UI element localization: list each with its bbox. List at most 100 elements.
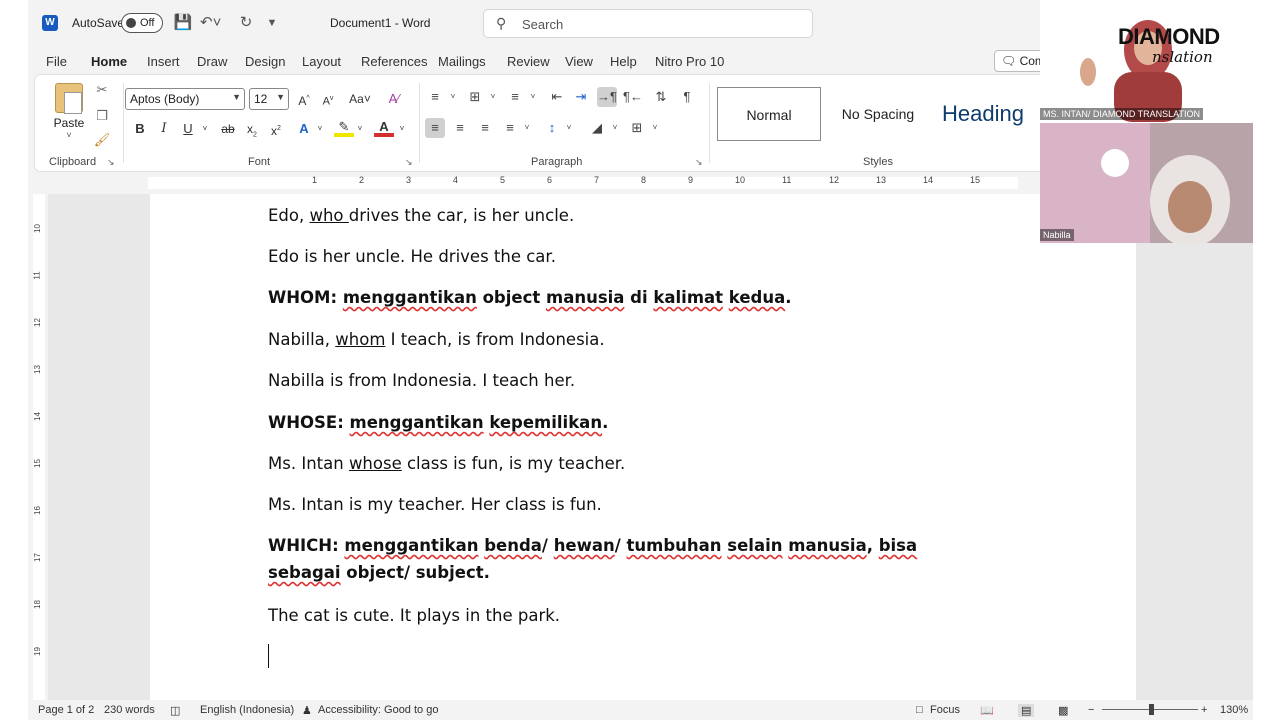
chevron-down-icon[interactable]: ˅ xyxy=(310,119,330,139)
guest-video-frame xyxy=(1040,123,1253,243)
zoom-in-icon[interactable]: + xyxy=(1201,704,1207,716)
numbering-icon[interactable]: ⊞ xyxy=(465,87,485,107)
read-mode-icon[interactable]: 📖 xyxy=(980,704,994,717)
shrink-font-icon[interactable]: Av xyxy=(319,90,337,108)
tab-mailings[interactable]: Mailings xyxy=(438,54,486,69)
paragraph-7[interactable]: Ms. Intan whose class is fun, is my teac… xyxy=(268,454,625,473)
tab-view[interactable]: View xyxy=(565,54,593,69)
text-run: Ms. Intan xyxy=(268,454,349,473)
paragraph-10[interactable]: The cat is cute. It plays in the park. xyxy=(268,606,560,625)
chevron-down-icon[interactable]: ˅ xyxy=(350,119,370,139)
italic-button[interactable]: I xyxy=(154,119,174,139)
change-case-icon[interactable]: Aa˅ xyxy=(345,90,375,108)
document-page[interactable]: Edo, who drives the car, is her uncle. E… xyxy=(150,194,1136,700)
align-left-icon[interactable]: ≡ xyxy=(425,118,445,138)
paste-button[interactable]: Paste ˅ xyxy=(49,81,89,143)
text-run: object/ subject. xyxy=(340,563,490,582)
undo-icon[interactable]: ↶˅ xyxy=(200,13,221,33)
search-icon: ⚲ xyxy=(496,15,507,31)
paragraph-4[interactable]: Nabilla, whom I teach, is from Indonesia… xyxy=(268,330,605,349)
autosave-toggle[interactable]: Off xyxy=(121,13,163,33)
ruler-number: 4 xyxy=(453,175,459,185)
chevron-down-icon[interactable]: ˅ xyxy=(443,87,463,107)
chevron-down-icon[interactable]: ˅ xyxy=(559,118,579,138)
font-size-select[interactable]: 12 ▼ xyxy=(249,88,289,110)
clear-formatting-icon[interactable]: A∕ xyxy=(385,90,403,108)
tab-layout[interactable]: Layout xyxy=(302,54,341,69)
style-normal[interactable]: Normal xyxy=(717,87,821,141)
zoom-slider-thumb[interactable] xyxy=(1149,704,1154,715)
paragraph-2[interactable]: Edo is her uncle. He drives the car. xyxy=(268,247,556,266)
superscript-button[interactable]: x2 xyxy=(266,119,286,139)
copy-icon[interactable]: ❐ xyxy=(93,107,111,125)
tab-nitro-pro[interactable]: Nitro Pro 10 xyxy=(655,54,724,69)
chevron-down-icon[interactable]: ˅ xyxy=(392,119,412,139)
style-heading[interactable]: Heading xyxy=(933,87,1033,141)
paragraph-8[interactable]: Ms. Intan is my teacher. Her class is fu… xyxy=(268,495,602,514)
zoom-out-icon[interactable]: − xyxy=(1088,704,1094,716)
increase-indent-icon[interactable]: ⇥ xyxy=(571,87,591,107)
decrease-indent-icon[interactable]: ⇤ xyxy=(547,87,567,107)
save-icon[interactable]: 💾 xyxy=(173,13,193,33)
word-count[interactable]: 230 words xyxy=(104,704,155,716)
paste-label: Paste xyxy=(53,116,85,130)
focus-mode-button[interactable]: Focus xyxy=(930,704,960,716)
borders-icon[interactable]: ⊞ xyxy=(627,118,647,138)
align-right-icon[interactable]: ≡ xyxy=(475,118,495,138)
misspelled-word: hewan xyxy=(553,536,615,555)
tab-draw[interactable]: Draw xyxy=(197,54,227,69)
chevron-down-icon[interactable]: ˅ xyxy=(605,118,625,138)
chevron-down-icon[interactable]: ˅ xyxy=(645,118,665,138)
paragraph-launcher-icon[interactable]: ↘ xyxy=(695,157,703,168)
paragraph-whose-heading[interactable]: WHOSE: menggantikan kepemilikan. xyxy=(268,413,608,432)
accessibility-status[interactable]: Accessibility: Good to go xyxy=(318,704,438,716)
font-family-select[interactable]: Aptos (Body) ▼ xyxy=(125,88,245,110)
chevron-down-icon[interactable]: ˅ xyxy=(483,87,503,107)
ruler-number: 6 xyxy=(547,175,553,185)
show-formatting-icon[interactable]: ¶ xyxy=(677,87,697,107)
chevron-down-icon[interactable]: ˅ xyxy=(523,87,543,107)
strikethrough-button[interactable]: ab xyxy=(218,119,238,139)
subscript-button[interactable]: x2 xyxy=(242,119,262,139)
multilevel-list-icon[interactable]: ≡ xyxy=(505,87,525,107)
ltr-direction-icon[interactable]: →¶ xyxy=(597,87,617,107)
page-indicator[interactable]: Page 1 of 2 xyxy=(38,704,94,716)
tab-review[interactable]: Review xyxy=(507,54,550,69)
shading-icon[interactable]: ◢ xyxy=(587,118,607,138)
paragraph-which-heading[interactable]: WHICH: menggantikan benda/ hewan/ tumbuh… xyxy=(268,532,988,586)
chevron-down-icon[interactable]: ˅ xyxy=(517,118,537,138)
align-center-icon[interactable]: ≡ xyxy=(450,118,470,138)
redo-icon[interactable]: ↻ xyxy=(236,13,256,33)
tab-design[interactable]: Design xyxy=(245,54,285,69)
customize-toolbar-icon[interactable]: ▼ xyxy=(262,13,282,33)
format-painter-icon[interactable]: 🖌 xyxy=(93,131,111,149)
tab-file[interactable]: File xyxy=(46,54,67,69)
paragraph-whom-heading[interactable]: WHOM: menggantikan object manusia di kal… xyxy=(268,288,792,307)
font-color-icon[interactable]: A xyxy=(374,119,394,137)
chevron-down-icon[interactable]: ˅ xyxy=(195,119,215,139)
tab-insert[interactable]: Insert xyxy=(147,54,180,69)
tab-home[interactable]: Home xyxy=(91,54,128,77)
vruler-track xyxy=(33,194,45,700)
font-launcher-icon[interactable]: ↘ xyxy=(405,157,413,168)
print-layout-icon[interactable]: ▤ xyxy=(1018,704,1035,717)
bullets-icon[interactable]: ≡ xyxy=(425,87,445,107)
paragraph-5[interactable]: Nabilla is from Indonesia. I teach her. xyxy=(268,371,575,390)
zoom-level[interactable]: 130% xyxy=(1220,704,1248,716)
paragraph-1[interactable]: Edo, who drives the car, is her uncle. xyxy=(268,206,574,225)
language-indicator[interactable]: English (Indonesia) xyxy=(200,704,294,716)
style-no-spacing[interactable]: No Spacing xyxy=(825,87,931,141)
cut-icon[interactable]: ✂ xyxy=(93,81,111,99)
grow-font-icon[interactable]: A^ xyxy=(295,90,313,108)
sort-icon[interactable]: ⇅ xyxy=(651,87,671,107)
rtl-direction-icon[interactable]: ¶← xyxy=(623,87,643,107)
web-layout-icon[interactable]: ▩ xyxy=(1058,704,1068,717)
tab-references[interactable]: References xyxy=(361,54,427,69)
tab-help[interactable]: Help xyxy=(610,54,637,69)
vertical-ruler[interactable]: 10 11 12 13 14 15 16 17 18 19 xyxy=(28,194,48,700)
bold-button[interactable]: B xyxy=(130,119,150,139)
clipboard-launcher-icon[interactable]: ↘ xyxy=(107,157,115,168)
proofing-icon[interactable]: ◫ xyxy=(170,704,180,717)
search-input[interactable]: ⚲ Search xyxy=(483,9,813,38)
chevron-down-icon: ▼ xyxy=(232,92,241,102)
